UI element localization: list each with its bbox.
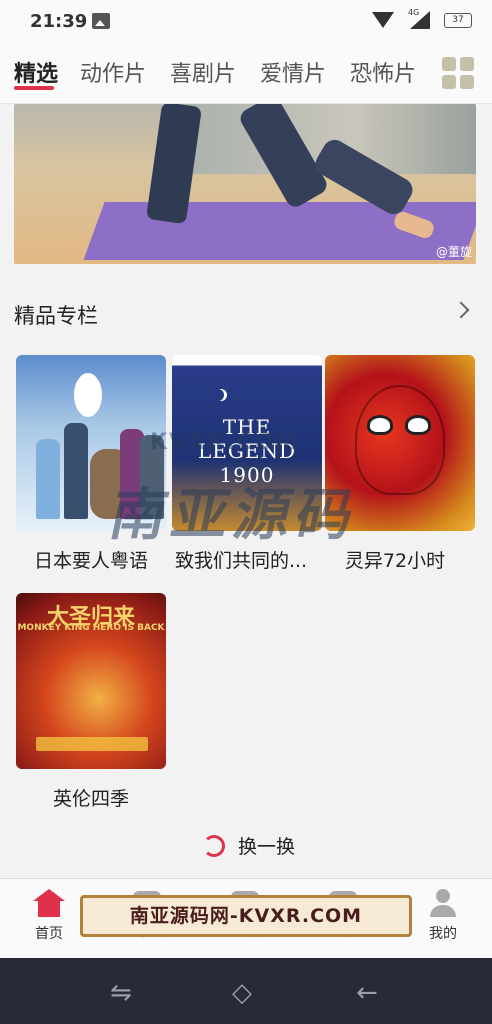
wifi-icon xyxy=(372,12,394,28)
nav-label: 首页 xyxy=(35,926,63,942)
banner-credit: @董旋 xyxy=(435,245,472,259)
status-bar: 21:39 4G 37 xyxy=(0,0,492,44)
category-grid-icon[interactable] xyxy=(442,57,474,89)
battery-icon: 37 xyxy=(444,13,472,28)
nav-profile[interactable]: 我的 xyxy=(408,889,478,943)
home-icon xyxy=(33,889,65,917)
recent-apps-icon[interactable]: ⇋ xyxy=(110,978,132,1008)
profile-icon xyxy=(427,889,459,917)
watermark-banner-text: 南亚源码网-KVXR.COM xyxy=(129,905,363,927)
poster-caption[interactable]: 英伦四季 xyxy=(16,784,166,811)
nav-home[interactable]: 首页 xyxy=(14,889,84,943)
refresh-button[interactable]: 换一换 xyxy=(238,832,295,859)
tab-action[interactable]: 动作片 xyxy=(80,56,146,88)
tab-comedy[interactable]: 喜剧片 xyxy=(170,56,236,88)
poster-monkey-king[interactable]: 大圣归来 MONKEY KING HERO IS BACK xyxy=(16,593,166,769)
featured-banner[interactable]: @董旋 xyxy=(14,104,476,264)
tab-romance[interactable]: 爱情片 xyxy=(260,56,326,88)
signal-icon xyxy=(410,11,430,29)
poster-subtitle: MONKEY KING HERO IS BACK xyxy=(17,623,165,633)
category-tabs: 精选 动作片 喜剧片 爱情片 恐怖片 xyxy=(0,44,492,104)
home-diamond-icon[interactable]: ◇ xyxy=(232,978,252,1008)
system-navigation-bar: ⇋ ◇ ← xyxy=(0,958,492,1024)
status-time: 21:39 xyxy=(30,11,88,32)
nav-label: 我的 xyxy=(429,926,457,942)
back-icon[interactable]: ← xyxy=(356,978,378,1008)
section-title: 精品专栏 xyxy=(14,304,98,328)
tab-featured[interactable]: 精选 xyxy=(14,56,58,88)
gallery-notification-icon xyxy=(92,13,110,29)
watermark-banner: 南亚源码网-KVXR.COM xyxy=(80,895,412,937)
chevron-right-icon[interactable] xyxy=(452,301,470,319)
refresh-icon[interactable] xyxy=(203,835,225,857)
watermark-small: KVXR.COM xyxy=(150,430,300,455)
watermark-text: 南亚源码 xyxy=(104,483,366,548)
tab-horror[interactable]: 恐怖片 xyxy=(350,56,416,88)
active-tab-indicator xyxy=(14,86,54,90)
